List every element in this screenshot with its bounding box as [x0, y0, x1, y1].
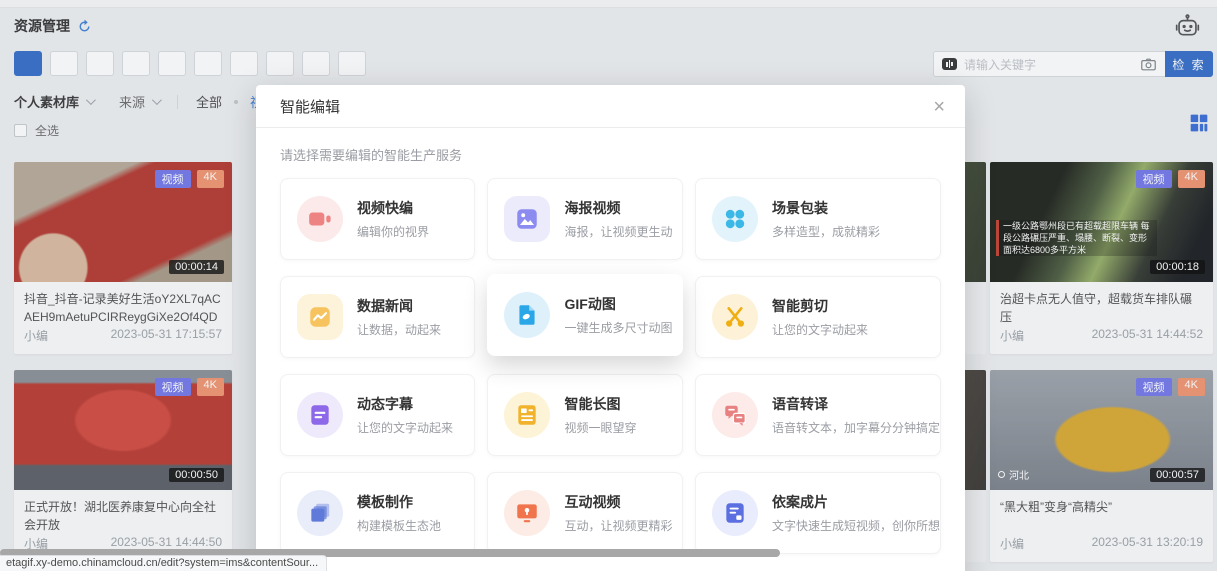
service-text: GIF动图 一键生成多尺寸动图 [564, 294, 672, 336]
service-icon [504, 490, 550, 536]
service-text: 依案成片 文字快速生成短视频，创你所想 [772, 492, 940, 534]
service-text: 智能剪切 让您的文字动起来 [772, 296, 868, 338]
service-icon [504, 292, 550, 338]
service-name: 数据新闻 [357, 296, 441, 316]
service-name: 视频快编 [357, 198, 429, 218]
service-desc: 多样造型，成就精彩 [772, 223, 880, 240]
service-card[interactable]: 依案成片 文字快速生成短视频，创你所想 [695, 472, 941, 554]
service-grid: 视频快编 编辑你的视界 [256, 178, 965, 554]
service-desc: 让您的文字动起来 [772, 321, 868, 338]
service-name: 模板制作 [357, 492, 441, 512]
service-card[interactable]: 场景包装 多样造型，成就精彩 [695, 178, 941, 260]
service-icon [504, 392, 550, 438]
service-desc: 互动，让视频更精彩 [564, 517, 672, 534]
service-card[interactable]: 互动视频 互动，让视频更精彩 [487, 472, 683, 554]
service-icon [712, 392, 758, 438]
service-card[interactable]: GIF动图 一键生成多尺寸动图 [487, 274, 683, 356]
service-desc: 一键生成多尺寸动图 [564, 319, 672, 336]
modal-title: 智能编辑 [280, 96, 340, 117]
service-text: 视频快编 编辑你的视界 [357, 198, 429, 240]
service-card[interactable]: 智能长图 视频一眼望穿 [487, 374, 683, 456]
service-card[interactable]: 智能剪切 让您的文字动起来 [695, 276, 941, 358]
service-icon [712, 196, 758, 242]
service-desc: 海报，让视频更生动 [564, 223, 672, 240]
service-name: 语音转译 [772, 394, 940, 414]
service-text: 互动视频 互动，让视频更精彩 [564, 492, 672, 534]
service-text: 动态字幕 让您的文字动起来 [357, 394, 453, 436]
service-desc: 文字快速生成短视频，创你所想 [772, 517, 940, 534]
service-name: 动态字幕 [357, 394, 453, 414]
modal-subtitle: 请选择需要编辑的智能生产服务 [280, 145, 941, 164]
service-name: 智能长图 [564, 394, 636, 414]
status-bar-url: etagif.xy-demo.chinamcloud.cn/edit?syste… [0, 555, 327, 571]
service-name: 智能剪切 [772, 296, 868, 316]
service-card[interactable]: 视频快编 编辑你的视界 [280, 178, 475, 260]
app-window: 资源管理 请输入关键字 检 索 个人素材库 来源 全部 [0, 0, 1217, 571]
service-name: 海报视频 [564, 198, 672, 218]
service-card[interactable]: 模板制作 构建模板生态池 [280, 472, 475, 554]
service-text: 语音转译 语音转文本，加字幕分分钟搞定 [772, 394, 940, 436]
service-name: 互动视频 [564, 492, 672, 512]
service-desc: 编辑你的视界 [357, 223, 429, 240]
service-name: 场景包装 [772, 198, 880, 218]
service-name: 依案成片 [772, 492, 940, 512]
service-desc: 让您的文字动起来 [357, 419, 453, 436]
service-desc: 构建模板生态池 [357, 517, 441, 534]
service-text: 模板制作 构建模板生态池 [357, 492, 441, 534]
service-card[interactable]: 动态字幕 让您的文字动起来 [280, 374, 475, 456]
service-icon [712, 294, 758, 340]
service-text: 场景包装 多样造型，成就精彩 [772, 198, 880, 240]
service-desc: 语音转文本，加字幕分分钟搞定 [772, 419, 940, 436]
service-text: 数据新闻 让数据，动起来 [357, 296, 441, 338]
smart-edit-modal: 智能编辑 × 请选择需要编辑的智能生产服务 [256, 85, 965, 571]
service-text: 智能长图 视频一眼望穿 [564, 394, 636, 436]
service-icon [297, 392, 343, 438]
service-desc: 让数据，动起来 [357, 321, 441, 338]
service-icon [297, 196, 343, 242]
service-icon [712, 490, 758, 536]
service-name: GIF动图 [564, 294, 672, 314]
service-card[interactable]: 语音转译 语音转文本，加字幕分分钟搞定 [695, 374, 941, 456]
service-text: 海报视频 海报，让视频更生动 [564, 198, 672, 240]
service-icon [297, 490, 343, 536]
service-card[interactable]: 数据新闻 让数据，动起来 [280, 276, 475, 358]
close-icon[interactable]: × [933, 97, 945, 117]
service-desc: 视频一眼望穿 [564, 419, 636, 436]
service-icon [504, 196, 550, 242]
service-card[interactable]: 海报视频 海报，让视频更生动 [487, 178, 683, 260]
service-icon [297, 294, 343, 340]
